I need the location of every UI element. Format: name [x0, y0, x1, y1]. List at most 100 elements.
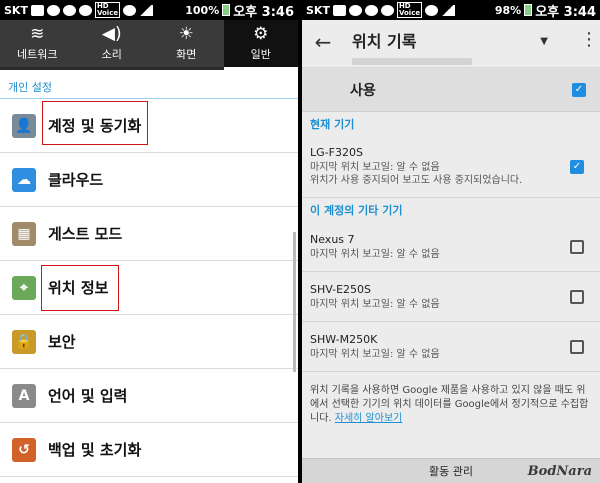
status-bar: SKT HD Voice 100% 오후 3:46	[0, 0, 298, 20]
settings-item-label: 언어 및 입력	[48, 387, 128, 405]
settings-tabs: ≋ 네트워크 ◀) 소리 ☀ 화면 ⚙ 일반	[0, 20, 298, 70]
tab-label: 일반	[250, 48, 271, 61]
alarm-icon	[380, 4, 394, 16]
settings-item[interactable]: 🔒 보안	[0, 315, 298, 369]
gear-icon: ⚙	[253, 24, 269, 44]
mute-icon	[364, 4, 378, 16]
device-text: Nexus 7 마지막 위치 보고일: 알 수 없음	[310, 233, 570, 261]
device-checkbox[interactable]	[570, 239, 584, 254]
device-name: SHV-E250S	[310, 282, 372, 296]
location-history-screen: SKT HD Voice 98% 오후 3:44 ← 위치 기록 ▼ ⋮ 사용 ✓…	[302, 0, 600, 483]
learn-more-link[interactable]: 자세히 알아보기	[335, 413, 403, 424]
device-last-reported: 마지막 위치 보고일: 알 수 없음	[310, 248, 440, 260]
other-devices-list: Nexus 7 마지막 위치 보고일: 알 수 없음 SHV-E250S 마지막 위치…	[302, 222, 600, 372]
device-checkbox[interactable]	[570, 339, 584, 354]
device-last-reported: 마지막 위치 보고일: 알 수 없음	[310, 298, 440, 310]
cloud-icon: ☁	[12, 167, 36, 192]
footer-text-block: 위치 기록을 사용하면 Google 제품을 사용하고 있지 않을 때도 위에서…	[302, 372, 600, 426]
alarm-icon	[78, 4, 92, 16]
highlight-box	[42, 101, 148, 145]
device-checkbox[interactable]	[570, 289, 584, 304]
brightness-icon: ☀	[178, 24, 194, 44]
device-last-reported: 마지막 위치 보고일: 알 수 없음	[310, 162, 440, 173]
device-note: 위치가 사용 중지되어 보고도 사용 중지되었습니다.	[310, 175, 523, 186]
settings-item-label: 백업 및 초기화	[48, 441, 142, 459]
device-text: SHW-M250K 마지막 위치 보고일: 알 수 없음	[310, 333, 570, 361]
wifi-status-icon	[123, 4, 137, 16]
guest-mode-icon: ▦	[12, 221, 36, 246]
title-box: 위치 기록	[344, 28, 540, 65]
page-title: 위치 기록	[352, 32, 417, 51]
account-email-redacted	[352, 58, 472, 65]
speaker-icon: ◀)	[101, 24, 122, 44]
app-icon	[46, 4, 60, 16]
scrollbar[interactable]	[293, 232, 296, 372]
mute-icon	[62, 4, 76, 16]
settings-item[interactable]: ⌖ 위치 정보	[0, 261, 298, 315]
tab-label: 소리	[101, 48, 122, 61]
settings-screen: SKT HD Voice 100% 오후 3:46 ≋ 네트워크 ◀) 소리 ☀ 화면 ⚙ 일반…	[0, 0, 298, 483]
battery-icon	[524, 4, 533, 16]
device-text: SHV-E250S 마지막 위치 보고일: 알 수 없음	[310, 283, 570, 311]
account-dropdown-icon[interactable]: ▼	[540, 36, 548, 47]
other-device-row[interactable]: SHV-E250S 마지막 위치 보고일: 알 수 없음	[302, 272, 600, 322]
battery-percent: 98%	[494, 3, 522, 17]
location-history-checkbox[interactable]: ✓	[572, 82, 586, 97]
device-last-reported: 마지막 위치 보고일: 알 수 없음	[310, 348, 440, 360]
back-arrow-icon[interactable]: ←	[302, 28, 344, 56]
clock: 오후 3:44	[535, 4, 596, 20]
clock: 오후 3:46	[233, 4, 294, 20]
hd-voice-icon: HD Voice	[396, 2, 423, 18]
settings-list: 👤 계정 및 동기화 ☁ 클라우드 ▦ 게스트 모드 ⌖ 위치 정보 🔒 보안 A 언어 및 입력 ↺ 백…	[0, 99, 298, 477]
battery-icon	[222, 4, 231, 16]
tab-label: 네트워크	[17, 48, 58, 61]
settings-item-label: 게스트 모드	[48, 225, 123, 243]
signal-icon	[139, 4, 154, 16]
settings-item[interactable]: ↺ 백업 및 초기화	[0, 423, 298, 477]
settings-item-label: 클라우드	[48, 171, 104, 189]
language-icon: A	[12, 383, 36, 408]
carrier-label: SKT	[4, 3, 28, 17]
status-bar: SKT HD Voice 98% 오후 3:44	[302, 0, 600, 20]
settings-item-label: 보안	[48, 333, 76, 351]
location-map-icon: ⌖	[12, 275, 36, 300]
tab-3[interactable]: ⚙ 일반	[223, 20, 298, 70]
wifi-status-icon	[425, 4, 439, 16]
app-bar: ← 위치 기록 ▼ ⋮	[302, 20, 600, 68]
current-device-row[interactable]: LG-F320S 마지막 위치 보고일: 알 수 없음 위치가 사용 중지되어 …	[302, 136, 600, 198]
device-text: LG-F320S 마지막 위치 보고일: 알 수 없음 위치가 사용 중지되어 …	[310, 146, 570, 187]
device-name: LG-F320S	[310, 146, 363, 159]
notification-icon	[30, 4, 44, 16]
device-checkbox[interactable]: ✓	[570, 159, 584, 174]
device-name: Nexus 7	[310, 232, 355, 246]
notification-icon	[332, 4, 346, 16]
device-name: SHW-M250K	[310, 332, 378, 346]
backup-icon: ↺	[12, 437, 36, 462]
watermark-logo: BodNara	[527, 464, 592, 479]
app-icon	[348, 4, 362, 16]
tab-1[interactable]: ◀) 소리	[75, 20, 150, 67]
other-device-row[interactable]: SHW-M250K 마지막 위치 보고일: 알 수 없음	[302, 322, 600, 372]
other-devices-header: 이 계정의 기타 기기	[310, 204, 403, 217]
tab-2[interactable]: ☀ 화면	[149, 20, 224, 67]
settings-item[interactable]: A 언어 및 입력	[0, 369, 298, 423]
wifi-icon: ≋	[30, 24, 45, 44]
highlight-box	[41, 265, 119, 311]
carrier-label: SKT	[306, 3, 330, 17]
tab-0[interactable]: ≋ 네트워크	[0, 20, 75, 67]
settings-item[interactable]: ▦ 게스트 모드	[0, 207, 298, 261]
current-device-header: 현재 기기	[310, 118, 355, 131]
settings-item[interactable]: ☁ 클라우드	[0, 153, 298, 207]
battery-percent: 100%	[185, 3, 220, 17]
hd-voice-icon: HD Voice	[94, 2, 121, 18]
settings-item[interactable]: 👤 계정 및 동기화	[0, 99, 298, 153]
section-title: 개인 설정	[0, 70, 298, 98]
other-device-row[interactable]: Nexus 7 마지막 위치 보고일: 알 수 없음	[302, 222, 600, 272]
account-icon: 👤	[12, 113, 36, 138]
overflow-menu-icon[interactable]: ⋮	[578, 28, 600, 52]
signal-icon	[441, 4, 456, 16]
location-history-toggle-row[interactable]: 사용 ✓	[302, 68, 600, 112]
lock-icon: 🔒	[12, 329, 36, 354]
toggle-label: 사용	[350, 82, 376, 99]
tab-label: 화면	[176, 48, 197, 61]
